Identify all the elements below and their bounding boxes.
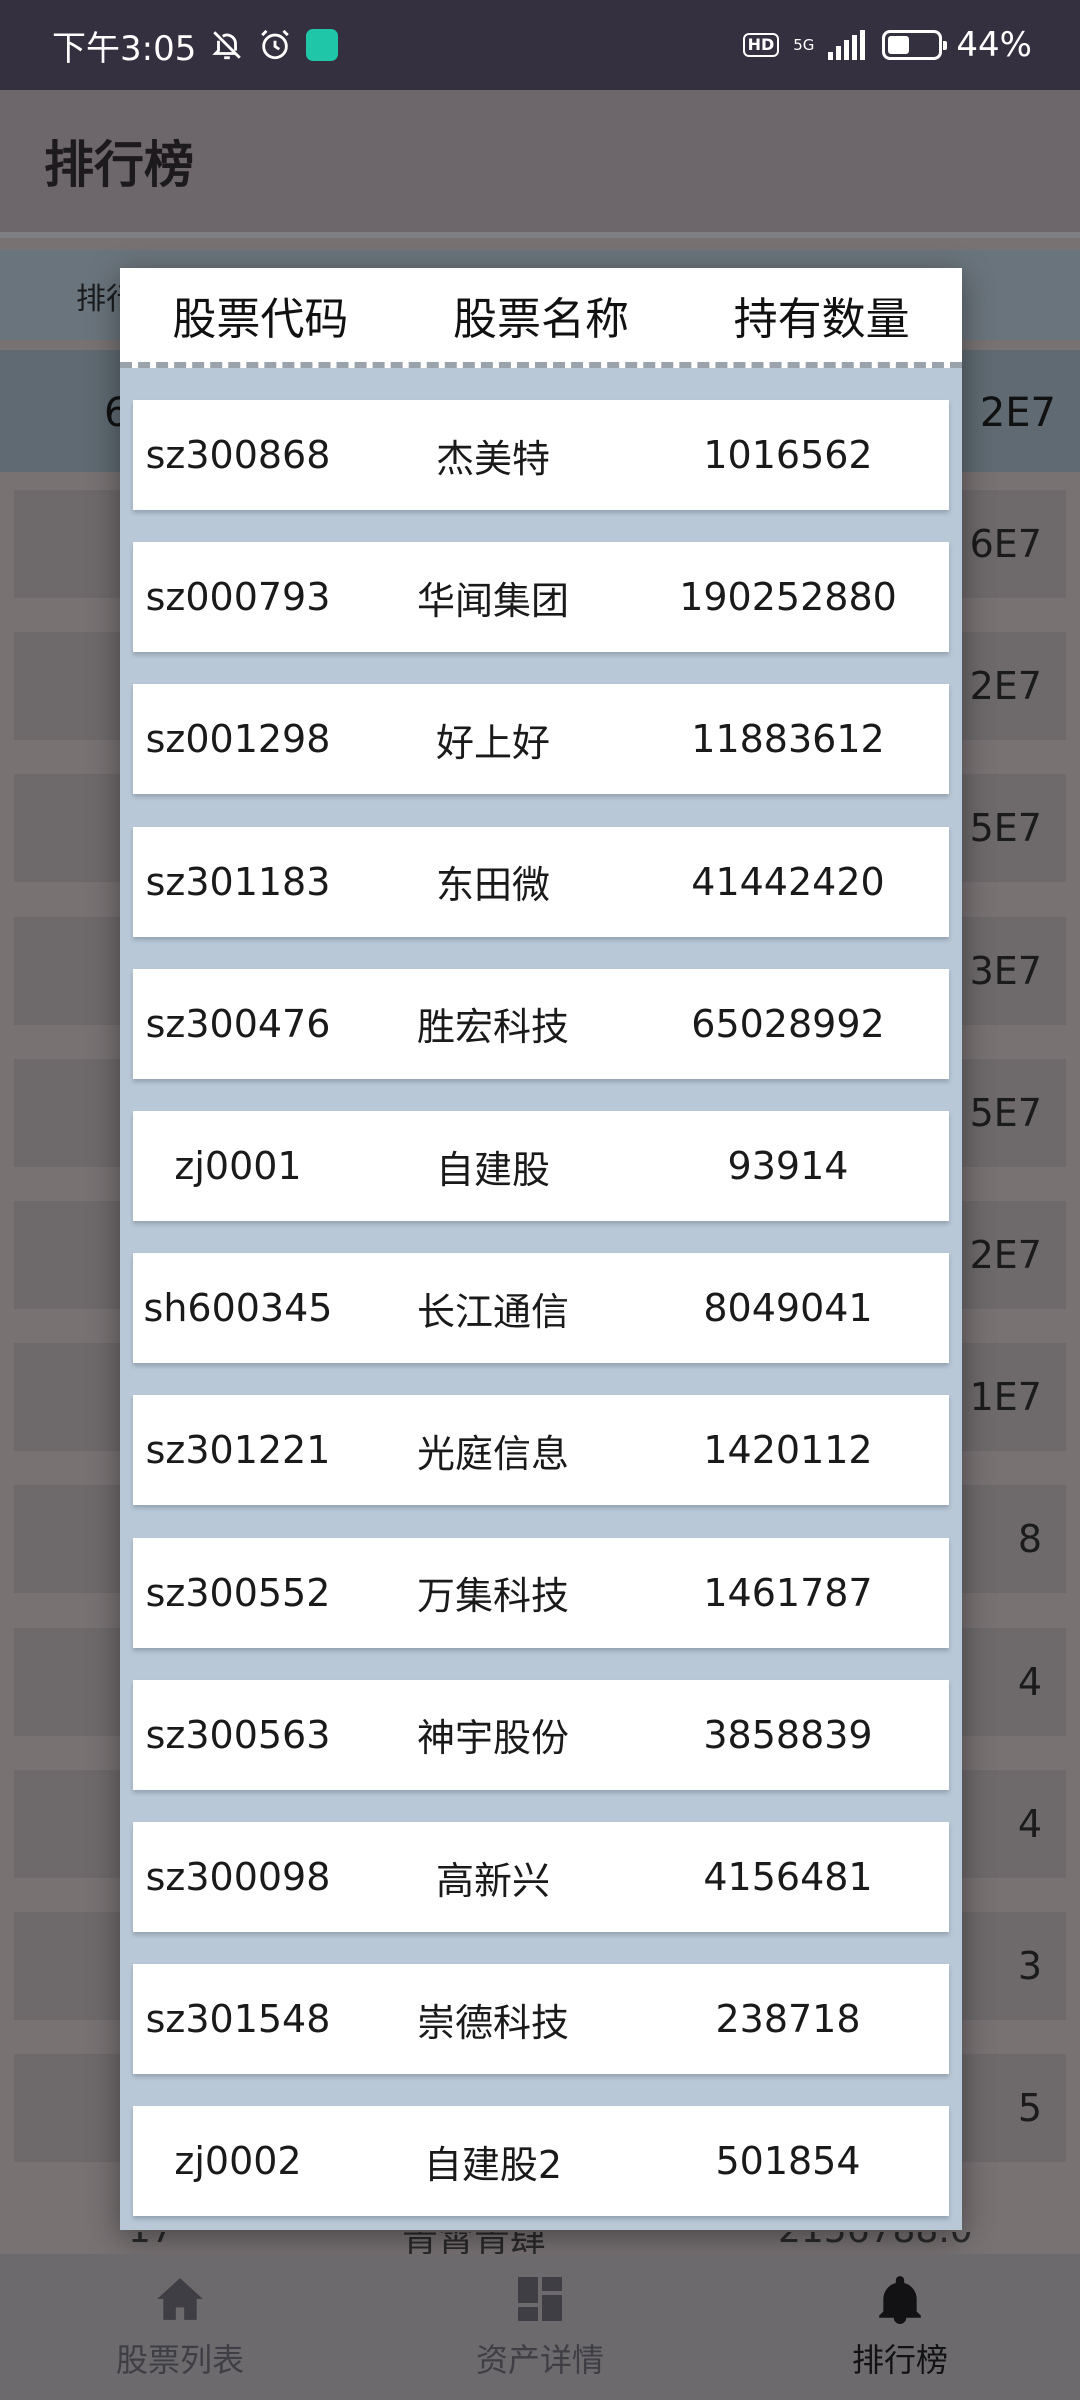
stock-name: 万集科技 [416,1574,569,1619]
alarm-icon [258,28,292,62]
stock-code: sz300552 [145,1570,331,1615]
stock-code: sz000793 [145,575,331,620]
stock-code: sz001298 [145,717,331,762]
holding-row[interactable]: sz000793 华闻集团 190252880 [133,542,949,653]
stock-name: 高新兴 [435,1858,550,1903]
holding-row[interactable]: sh600345 长江通信 8049041 [133,1253,949,1364]
ranking-row-value: 3E7 [969,948,1042,993]
battery-percent: 44% [956,25,1032,65]
stock-name: 华闻集团 [416,578,569,623]
stock-code: sz300563 [145,1712,331,1757]
holding-row[interactable]: zj0002 自建股2 501854 [133,2106,949,2217]
stock-code: sz301548 [145,1997,331,2042]
holding-row[interactable]: sz300552 万集科技 1461787 [133,1537,949,1648]
holding-row[interactable]: sz301221 光庭信息 1420112 [133,1395,949,1506]
holding-row[interactable]: sz300098 高新兴 4156481 [133,1822,949,1932]
battery-level [888,36,910,54]
stock-name: 好上好 [435,720,550,765]
nav-label: 资产详情 [475,2341,604,2379]
nav-leaderboard[interactable]: 排行榜 [720,2254,1080,2400]
ranking-row-value: 5E7 [969,1090,1042,1135]
ranking-row-value: 6E7 [969,522,1042,566]
holding-quantity: 1420112 [703,1428,873,1473]
ranking-row-value: 1E7 [969,1375,1042,1420]
ranking-row-value: 2E7 [969,1233,1042,1277]
bell-icon [874,2273,926,2325]
stock-name: 崇德科技 [416,2000,569,2045]
ranking-row-value: 3 [1017,1944,1042,1988]
status-bar: 下午3:05 HD 5G 44% [0,0,1080,90]
nav-asset-details[interactable]: 资产详情 [360,2254,720,2400]
stock-name: 东田微 [435,863,550,908]
nav-label: 股票列表 [115,2341,244,2379]
nav-stock-list[interactable]: 股票列表 [0,2254,360,2400]
holding-quantity: 8049041 [703,1286,873,1331]
holding-row[interactable]: sz301183 东田微 41442420 [133,826,949,937]
holdings-dialog[interactable]: 股票代码 股票名称 持有数量 sz300868 杰美特 1016562 sz00079… [120,268,962,2230]
ranking-row-value: 2E7 [969,664,1042,709]
bottom-nav: 股票列表 资产详情 排行榜 [0,2254,1080,2400]
holding-row[interactable]: sz300476 胜宏科技 65028992 [133,968,949,1079]
holding-row[interactable]: sz001298 好上好 11883612 [133,684,949,795]
holding-quantity: 190252880 [679,575,897,620]
stock-code: sz301183 [145,859,331,904]
holding-quantity: 501854 [715,2139,861,2184]
nav-label: 排行榜 [851,2341,948,2379]
holding-quantity: 41442420 [691,859,885,904]
holdings-dialog-header: 股票代码 股票名称 持有数量 [120,268,962,368]
header-quantity: 持有数量 [733,294,910,345]
stock-name: 长江通信 [416,1289,569,1334]
holding-row[interactable]: zj0001 自建股 93914 [133,1111,949,1221]
holding-quantity: 65028992 [691,1001,885,1046]
stock-name: 光庭信息 [416,1431,569,1476]
stock-code: sh600345 [143,1286,333,1331]
ranking-row-value: 8 [1017,1517,1042,1562]
holding-quantity: 4156481 [703,1855,873,1899]
stock-name: 自建股 [435,1147,550,1192]
dashboard-icon [514,2273,566,2325]
app-notification-icon [306,29,339,61]
holding-quantity: 1016562 [703,433,873,477]
ranking-row-value: 4 [1017,1801,1042,1846]
partial-value: 2156788.0 [778,2232,973,2251]
stock-name: 杰美特 [435,436,550,481]
partial-name: 青霄青肆 [402,2232,547,2254]
stock-code: zj0001 [174,1144,302,1188]
stock-code: sz300868 [145,433,331,477]
ranking-row-value: 5 [1017,2086,1042,2131]
stock-name: 胜宏科技 [416,1005,569,1050]
status-time: 下午3:05 [52,28,197,69]
stock-name: 神宇股份 [416,1716,569,1761]
partial-rank: 17 [128,2232,174,2251]
holding-quantity: 1461787 [703,1570,873,1615]
network-type: 5G [793,35,815,54]
stock-code: sz300476 [145,1001,331,1046]
bell-off-icon [210,28,244,62]
ranking-partial-row: 17 青霄青肆 2156788.0 [0,2232,1080,2254]
holding-quantity: 238718 [715,1997,861,2042]
holding-quantity: 3858839 [703,1712,873,1757]
ranking-row-value: 5E7 [969,806,1042,851]
holding-row[interactable]: sz301548 崇德科技 238718 [133,1964,949,2075]
home-icon [154,2273,206,2325]
holding-quantity: 93914 [727,1144,849,1188]
app-bar: 排行榜 [0,90,1080,238]
hd-icon: HD [742,33,780,57]
stock-code: sz300098 [145,1855,331,1899]
holding-quantity: 11883612 [691,717,885,762]
page-title: 排行榜 [44,136,194,194]
battery-icon [882,30,948,60]
stock-name: 自建股2 [423,2142,563,2187]
top-row-value: 2E7 [979,390,1056,436]
stock-code: sz301221 [145,1428,331,1473]
holding-row[interactable]: sz300868 杰美特 1016562 [133,400,949,510]
header-stock-code: 股票代码 [172,294,349,345]
ranking-row-value: 4 [1017,1659,1042,1704]
holding-row[interactable]: sz300563 神宇股份 3858839 [133,1679,949,1790]
stock-code: zj0002 [174,2139,302,2184]
header-stock-name: 股票名称 [453,294,629,345]
signal-icon [828,30,868,60]
